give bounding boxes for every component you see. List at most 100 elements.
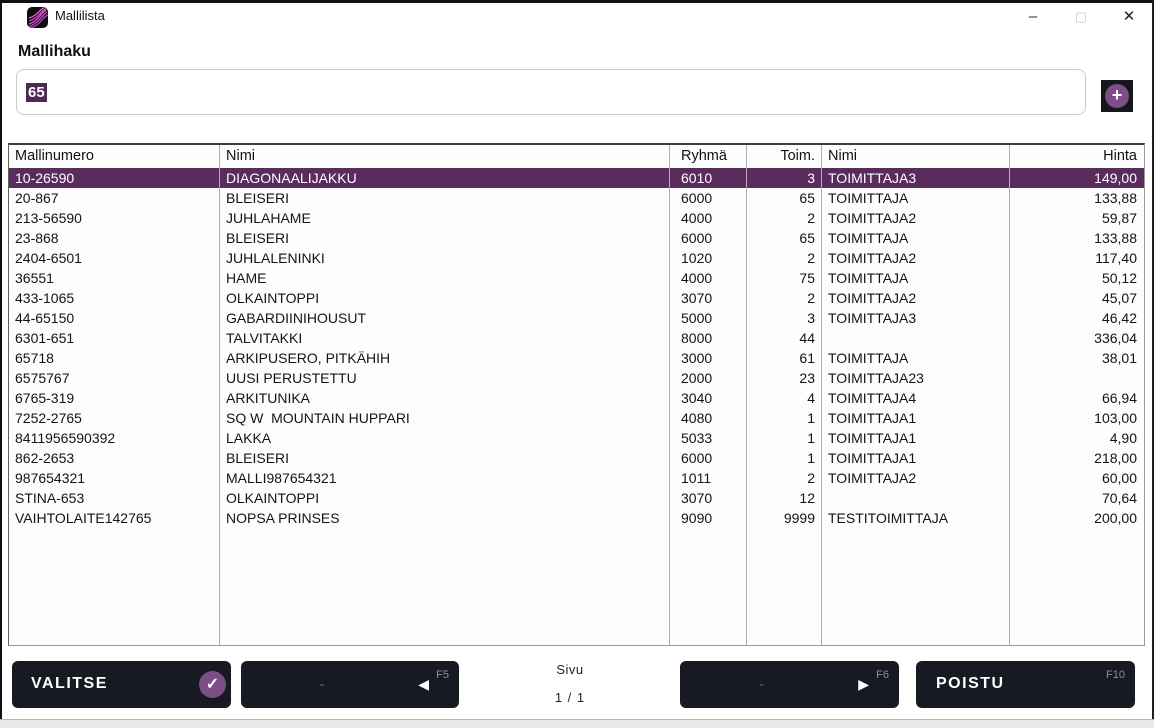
cell-toim: 44	[747, 328, 822, 348]
cell-mallinumero: 2404-6501	[9, 248, 220, 268]
cell-toimittaja: TOIMITTAJA2	[822, 208, 1010, 228]
cell-nimi: BLEISERI	[220, 228, 670, 248]
table-row[interactable]: 6301-651 TALVITAKKI 8000 44 336,04	[9, 328, 1144, 348]
cell-toimittaja	[822, 488, 1010, 508]
table-row[interactable]: STINA-653 OLKAINTOPPI 3070 12 70,64	[9, 488, 1144, 508]
window-controls: – ▢ ✕	[1022, 3, 1140, 31]
search-value-selected-text: 65	[26, 83, 47, 102]
cell-hinta: 66,94	[1010, 388, 1144, 408]
cell-toimittaja: TOIMITTAJA1	[822, 408, 1010, 428]
cell-hinta: 117,40	[1010, 248, 1144, 268]
table-row[interactable]: 2404-6501 JUHLALENINKI 1020 2 TOIMITTAJA…	[9, 248, 1144, 268]
column-header-nimi[interactable]: Nimi	[220, 145, 670, 168]
table-row[interactable]: 213-56590 JUHLAHAME 4000 2 TOIMITTAJA2 5…	[9, 208, 1144, 228]
cell-toimittaja: TOIMITTAJA	[822, 188, 1010, 208]
cell-toimittaja: TOIMITTAJA1	[822, 448, 1010, 468]
close-icon[interactable]: ✕	[1118, 3, 1140, 31]
table-row[interactable]: 862-2653 BLEISERI 6000 1 TOIMITTAJA1 218…	[9, 448, 1144, 468]
table-row[interactable]: 10-26590 DIAGONAALIJAKKU 6010 3 TOIMITTA…	[9, 168, 1144, 188]
cell-nimi: JUHLAHAME	[220, 208, 670, 228]
next-page-button[interactable]: - ▶ F6	[680, 661, 899, 708]
table-row[interactable]: 7252-2765 SQ W MOUNTAIN HUPPARI 4080 1 T…	[9, 408, 1144, 428]
cell-ryhma: 4080	[670, 408, 747, 428]
table-row[interactable]: 987654321 MALLI987654321 1011 2 TOIMITTA…	[9, 468, 1144, 488]
valitse-button[interactable]: VALITSE ✓	[12, 661, 231, 708]
page-indicator-value: 1 / 1	[460, 690, 680, 705]
arrow-right-icon: ▶	[858, 676, 869, 693]
cell-ryhma: 1011	[670, 468, 747, 488]
window-border	[0, 0, 1154, 3]
app-logo-icon	[27, 7, 48, 28]
cell-hinta: 336,04	[1010, 328, 1144, 348]
cell-toim: 3	[747, 308, 822, 328]
cell-nimi: OLKAINTOPPI	[220, 288, 670, 308]
table-row[interactable]: 23-868 BLEISERI 6000 65 TOIMITTAJA 133,8…	[9, 228, 1144, 248]
cell-nimi: TALVITAKKI	[220, 328, 670, 348]
table-row[interactable]: 433-1065 OLKAINTOPPI 3070 2 TOIMITTAJA2 …	[9, 288, 1144, 308]
cell-mallinumero: STINA-653	[9, 488, 220, 508]
cell-hinta: 133,88	[1010, 188, 1144, 208]
cell-toim: 65	[747, 188, 822, 208]
cell-ryhma: 3070	[670, 488, 747, 508]
table-row[interactable]: 65718 ARKIPUSERO, PITKÄHIH 3000 61 TOIMI…	[9, 348, 1144, 368]
minimize-icon[interactable]: –	[1022, 3, 1044, 31]
column-header-mallinumero[interactable]: Mallinumero	[9, 145, 220, 168]
table-row[interactable]: 20-867 BLEISERI 6000 65 TOIMITTAJA 133,8…	[9, 188, 1144, 208]
cell-ryhma: 5033	[670, 428, 747, 448]
cell-toimittaja: TOIMITTAJA4	[822, 388, 1010, 408]
previous-page-button[interactable]: - ◀ F5	[241, 661, 459, 708]
f5-shortcut-label: F5	[436, 669, 449, 681]
cell-toim: 2	[747, 208, 822, 228]
table-row[interactable]: 36551 HAME 4000 75 TOIMITTAJA 50,12	[9, 268, 1144, 288]
cell-hinta	[1010, 368, 1144, 388]
check-icon: ✓	[199, 671, 226, 698]
cell-toim: 4	[747, 388, 822, 408]
window-border	[0, 0, 2, 719]
table-row[interactable]: 44-65150 GABARDIINIHOUSUT 5000 3 TOIMITT…	[9, 308, 1144, 328]
cell-hinta: 38,01	[1010, 348, 1144, 368]
cell-hinta: 218,00	[1010, 448, 1144, 468]
cell-ryhma: 3070	[670, 288, 747, 308]
cell-toimittaja: TOIMITTAJA	[822, 228, 1010, 248]
add-button[interactable]: +	[1101, 80, 1133, 112]
cell-hinta: 200,00	[1010, 508, 1144, 528]
column-header-toim[interactable]: Toim.	[747, 145, 822, 168]
table-row[interactable]: VAIHTOLAITE142765 NOPSA PRINSES 9090 999…	[9, 508, 1144, 528]
cell-ryhma: 1020	[670, 248, 747, 268]
cell-nimi: LAKKA	[220, 428, 670, 448]
poistu-button[interactable]: POISTU F10	[916, 661, 1135, 708]
cell-hinta: 45,07	[1010, 288, 1144, 308]
cell-ryhma: 4000	[670, 208, 747, 228]
search-input[interactable]: 65	[16, 69, 1086, 115]
cell-hinta: 103,00	[1010, 408, 1144, 428]
cell-toimittaja: TESTITOIMITTAJA	[822, 508, 1010, 528]
column-header-hinta[interactable]: Hinta	[1010, 145, 1144, 168]
cell-toimittaja	[822, 328, 1010, 348]
cell-toim: 75	[747, 268, 822, 288]
arrow-left-icon: ◀	[418, 676, 429, 693]
cell-toimittaja: TOIMITTAJA3	[822, 308, 1010, 328]
cell-hinta: 50,12	[1010, 268, 1144, 288]
table-row[interactable]: 6575767 UUSI PERUSTETTU 2000 23 TOIMITTA…	[9, 368, 1144, 388]
cell-hinta: 149,00	[1010, 168, 1144, 188]
cell-toim: 1	[747, 408, 822, 428]
poistu-label: POISTU	[936, 675, 1005, 693]
cell-mallinumero: 213-56590	[9, 208, 220, 228]
cell-toim: 61	[747, 348, 822, 368]
column-header-ryhma[interactable]: Ryhmä	[670, 145, 747, 168]
cell-toim: 1	[747, 448, 822, 468]
maximize-icon[interactable]: ▢	[1070, 3, 1092, 31]
table-row[interactable]: 8411956590392 LAKKA 5033 1 TOIMITTAJA1 4…	[9, 428, 1144, 448]
window-title: Mallilista	[55, 8, 105, 23]
table-body: 10-26590 DIAGONAALIJAKKU 6010 3 TOIMITTA…	[9, 168, 1144, 528]
cell-mallinumero: 65718	[9, 348, 220, 368]
search-label: Mallihaku	[18, 43, 91, 61]
cell-toimittaja: TOIMITTAJA2	[822, 288, 1010, 308]
table-row[interactable]: 6765-319 ARKITUNIKA 3040 4 TOIMITTAJA4 6…	[9, 388, 1144, 408]
column-header-nimi2[interactable]: Nimi	[822, 145, 1010, 168]
cell-mallinumero: 433-1065	[9, 288, 220, 308]
cell-nimi: BLEISERI	[220, 448, 670, 468]
cell-toim: 2	[747, 468, 822, 488]
cell-nimi: SQ W MOUNTAIN HUPPARI	[220, 408, 670, 428]
cell-ryhma: 6000	[670, 228, 747, 248]
